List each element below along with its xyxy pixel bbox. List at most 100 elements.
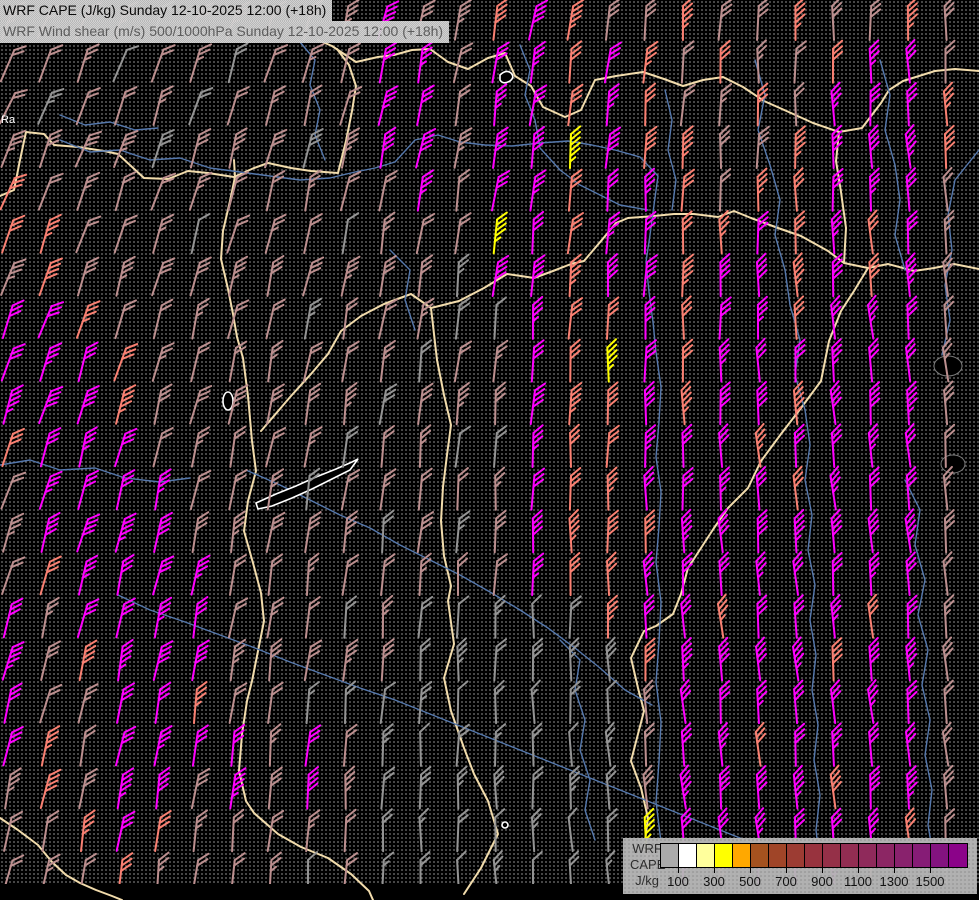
legend-tick-label: 900 bbox=[811, 874, 833, 889]
wind-barb bbox=[455, 127, 472, 170]
wind-barb bbox=[77, 170, 99, 213]
wind-barb bbox=[155, 468, 170, 511]
wind-barb bbox=[944, 595, 955, 637]
wind-barb bbox=[719, 553, 731, 595]
wind-barb bbox=[231, 511, 244, 554]
wind-barb bbox=[191, 469, 210, 512]
wind-barb bbox=[794, 510, 805, 552]
wind-barb bbox=[227, 213, 249, 256]
wind-barb bbox=[867, 680, 882, 723]
legend-tick-mark bbox=[858, 867, 859, 873]
wind-barb bbox=[495, 596, 504, 638]
wind-barb bbox=[305, 297, 321, 340]
wind-barb bbox=[605, 723, 620, 766]
wind-barb bbox=[681, 382, 694, 425]
wind-barb bbox=[680, 595, 693, 638]
wind-barb bbox=[683, 0, 692, 40]
wind-barb bbox=[153, 212, 173, 255]
legend-color-cell bbox=[931, 844, 949, 867]
wind-barb bbox=[194, 809, 207, 852]
wind-barb bbox=[458, 553, 467, 595]
wind-barb bbox=[533, 510, 542, 552]
wind-barb bbox=[833, 254, 843, 296]
wind-barb bbox=[420, 639, 430, 681]
wind-barb bbox=[154, 84, 173, 127]
wind-barb bbox=[2, 341, 25, 384]
wind-barb bbox=[908, 596, 918, 638]
wind-barb bbox=[420, 724, 430, 766]
wind-barb bbox=[229, 468, 246, 511]
wind-barb bbox=[307, 767, 318, 809]
legend-color-cell bbox=[751, 844, 769, 867]
wind-barb bbox=[645, 382, 656, 424]
wind-barb bbox=[757, 0, 768, 40]
wind-barb bbox=[830, 680, 844, 723]
legend-color-cell bbox=[877, 844, 895, 867]
wind-barb bbox=[831, 83, 844, 126]
wind-barb bbox=[303, 255, 323, 298]
wind-barb bbox=[907, 681, 917, 723]
wind-barb bbox=[39, 299, 64, 341]
legend-tick-mark bbox=[714, 867, 715, 873]
wind-barb bbox=[758, 510, 768, 552]
wind-barb bbox=[720, 297, 731, 339]
legend-color-cell bbox=[913, 844, 931, 867]
wind-barb bbox=[419, 468, 432, 511]
wind-barb bbox=[719, 211, 731, 254]
legend-tick-mark bbox=[678, 867, 679, 873]
wind-barb bbox=[532, 724, 542, 766]
wind-barb bbox=[756, 766, 768, 809]
legend-tick-label: 100 bbox=[667, 874, 689, 889]
wind-barb bbox=[793, 253, 807, 296]
wind-barb bbox=[457, 254, 468, 296]
wind-barb bbox=[607, 510, 618, 552]
wind-barb bbox=[494, 553, 507, 596]
wind-barb bbox=[458, 681, 468, 723]
wind-barb bbox=[343, 553, 359, 596]
wind-barb bbox=[569, 638, 580, 680]
wind-barb bbox=[153, 554, 173, 597]
legend-color-cell bbox=[679, 844, 697, 867]
wind-barb bbox=[568, 0, 584, 41]
wind-barb bbox=[419, 681, 431, 724]
wind-barb bbox=[268, 468, 283, 511]
legend-label-variable: CAPE bbox=[630, 857, 666, 872]
wind-barb bbox=[943, 168, 957, 211]
wind-barb bbox=[794, 168, 806, 211]
wind-barb bbox=[720, 169, 730, 211]
wind-barb bbox=[418, 41, 432, 84]
cape-legend: WRF CAPE J/kg 100 300 500 700 900 1100 1300 150… bbox=[623, 838, 977, 894]
wind-barb bbox=[680, 680, 695, 723]
wind-barb bbox=[870, 169, 880, 211]
wind-barb bbox=[569, 382, 581, 425]
wind-barb bbox=[269, 767, 282, 810]
wind-barb bbox=[344, 511, 357, 554]
wind-barb bbox=[531, 382, 545, 425]
wind-barb bbox=[570, 468, 580, 510]
wind-barb bbox=[344, 382, 356, 425]
wind-barb bbox=[457, 468, 468, 510]
wind-barb bbox=[230, 682, 247, 725]
wind-barb bbox=[154, 511, 172, 554]
wind-barb bbox=[228, 298, 248, 341]
wind-barb bbox=[4, 682, 21, 725]
wind-barb bbox=[417, 297, 433, 340]
wind-barb bbox=[266, 84, 285, 127]
wind-barb bbox=[533, 297, 542, 339]
wind-barb bbox=[78, 469, 98, 512]
wind-barb bbox=[944, 211, 955, 253]
wind-barb bbox=[382, 639, 394, 682]
wind-barb bbox=[833, 169, 843, 211]
wind-barb bbox=[718, 509, 732, 552]
wind-barb bbox=[39, 170, 63, 212]
wind-barb bbox=[151, 170, 175, 212]
wind-barb bbox=[191, 340, 210, 383]
wind-barb bbox=[420, 553, 431, 595]
wind-barb bbox=[304, 212, 322, 255]
wind-barb bbox=[419, 340, 431, 383]
wind-barb bbox=[867, 211, 881, 254]
wind-barb bbox=[944, 681, 956, 724]
wind-barb bbox=[79, 554, 97, 597]
wind-barb bbox=[870, 467, 880, 509]
wind-barb bbox=[795, 83, 806, 125]
